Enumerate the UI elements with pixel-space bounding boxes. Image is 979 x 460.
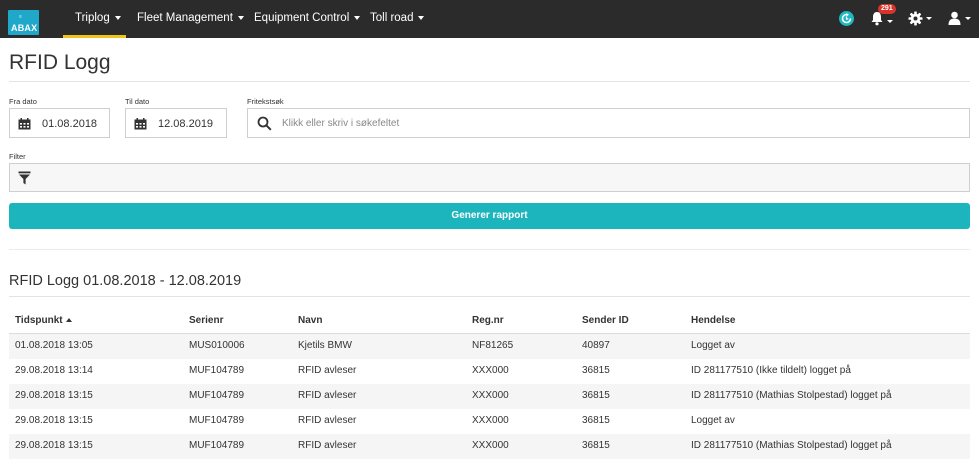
chevron-down-icon — [887, 20, 893, 23]
chevron-down-icon — [418, 15, 425, 20]
to-date-value: 12.08.2019 — [158, 118, 214, 130]
search-input[interactable] — [282, 115, 952, 131]
cell-hendelse: Logget av — [691, 415, 735, 426]
column-header-regnr[interactable]: Reg.nr — [472, 315, 504, 326]
search-icon — [257, 116, 272, 134]
divider — [9, 81, 970, 82]
generate-report-button[interactable]: Generer rapport — [9, 203, 970, 229]
column-header-navn[interactable]: Navn — [298, 315, 322, 326]
nav-item-fleet-management[interactable]: Fleet Management — [137, 12, 244, 24]
table-row[interactable]: 29.08.2018 13:14 MUF104789 RFID avleser … — [9, 359, 970, 384]
logo-mark: ≡ — [19, 14, 22, 20]
cell-regnr: XXX000 — [472, 390, 509, 401]
from-date-field[interactable]: 01.08.2018 — [9, 108, 110, 138]
filter-field[interactable] — [9, 163, 970, 192]
cell-navn: Kjetils BMW — [298, 340, 352, 351]
cell-sender-id: 36815 — [582, 415, 610, 426]
nav-item-label: Triplog — [75, 12, 110, 24]
table-row[interactable]: 29.08.2018 13:15 MUF104789 RFID avleser … — [9, 434, 970, 459]
column-header-tidspunkt[interactable]: Tidspunkt — [15, 315, 72, 326]
user-icon[interactable] — [948, 11, 961, 28]
cell-navn: RFID avleser — [298, 390, 357, 401]
cell-tidspunkt: 01.08.2018 13:05 — [15, 340, 93, 351]
cell-hendelse: ID 281177510 (Mathias Stolpestad) logget… — [691, 390, 892, 401]
notification-badge: 291 — [878, 4, 896, 14]
chevron-down-icon — [965, 17, 971, 20]
to-date-field[interactable]: 12.08.2019 — [125, 108, 227, 138]
cell-tidspunkt: 29.08.2018 13:15 — [15, 415, 93, 426]
cell-serienr: MUF104789 — [189, 440, 245, 451]
cell-navn: RFID avleser — [298, 365, 357, 376]
filter-label: Filter — [9, 152, 26, 161]
nav-item-equipment-control[interactable]: Equipment Control — [254, 12, 361, 24]
divider — [9, 296, 970, 297]
nav-item-triplog[interactable]: Triplog — [75, 12, 121, 24]
chevron-down-icon — [237, 15, 244, 20]
nav-item-label: Toll road — [370, 12, 414, 24]
nav-item-label: Equipment Control — [254, 12, 350, 24]
filter-icon — [18, 171, 31, 188]
column-header-serienr[interactable]: Serienr — [189, 315, 223, 326]
gear-icon[interactable] — [908, 11, 923, 29]
abax-logo[interactable]: ≡ ABAX — [8, 10, 39, 35]
cell-tidspunkt: 29.08.2018 13:15 — [15, 390, 93, 401]
cell-regnr: XXX000 — [472, 415, 509, 426]
to-date-label: Til dato — [125, 97, 150, 106]
cell-tidspunkt: 29.08.2018 13:14 — [15, 365, 93, 376]
column-header-sender-id[interactable]: Sender ID — [582, 315, 629, 326]
column-header-hendelse[interactable]: Hendelse — [691, 315, 735, 326]
from-date-label: Fra dato — [9, 97, 37, 106]
top-navbar: ≡ ABAX Triplog Fleet Management Equipmen… — [0, 0, 979, 38]
cell-regnr: NF81265 — [472, 340, 514, 351]
cell-sender-id: 36815 — [582, 365, 610, 376]
divider — [9, 249, 970, 250]
sort-asc-icon — [65, 318, 72, 323]
sync-icon[interactable] — [839, 11, 854, 26]
cell-serienr: MUF104789 — [189, 415, 245, 426]
cell-navn: RFID avleser — [298, 440, 357, 451]
cell-serienr: MUF104789 — [189, 390, 245, 401]
cell-serienr: MUF104789 — [189, 365, 245, 376]
cell-sender-id: 36815 — [582, 440, 610, 451]
from-date-value: 01.08.2018 — [42, 118, 98, 130]
search-label: Fritekstsøk — [247, 97, 284, 106]
cell-sender-id: 40897 — [582, 340, 610, 351]
chevron-down-icon — [114, 15, 121, 20]
table-row[interactable]: 29.08.2018 13:15 MUF104789 RFID avleser … — [9, 384, 970, 409]
report-title: RFID Logg 01.08.2018 - 12.08.2019 — [9, 273, 242, 289]
cell-serienr: MUS010006 — [189, 340, 245, 351]
logo-text: ABAX — [11, 23, 38, 33]
nav-item-toll-road[interactable]: Toll road — [370, 12, 425, 24]
table-row[interactable]: 01.08.2018 13:05 MUS010006 Kjetils BMW N… — [9, 334, 970, 359]
cell-sender-id: 36815 — [582, 390, 610, 401]
chevron-down-icon — [354, 15, 361, 20]
chevron-down-icon — [926, 17, 932, 20]
cell-navn: RFID avleser — [298, 415, 357, 426]
cell-regnr: XXX000 — [472, 365, 509, 376]
table-row[interactable]: 29.08.2018 13:15 MUF104789 RFID avleser … — [9, 409, 970, 434]
column-header-label: Tidspunkt — [15, 315, 63, 326]
nav-item-label: Fleet Management — [137, 12, 233, 24]
calendar-icon — [134, 118, 147, 133]
cell-hendelse: ID 281177510 (Mathias Stolpestad) logget… — [691, 440, 892, 451]
page-title: RFID Logg — [9, 51, 111, 74]
active-tab-indicator — [63, 35, 126, 38]
cell-regnr: XXX000 — [472, 440, 509, 451]
cell-hendelse: Logget av — [691, 340, 735, 351]
search-field[interactable] — [247, 108, 970, 138]
cell-tidspunkt: 29.08.2018 13:15 — [15, 440, 93, 451]
calendar-icon — [18, 118, 31, 133]
cell-hendelse: ID 281177510 (Ikke tildelt) logget på — [691, 365, 851, 376]
